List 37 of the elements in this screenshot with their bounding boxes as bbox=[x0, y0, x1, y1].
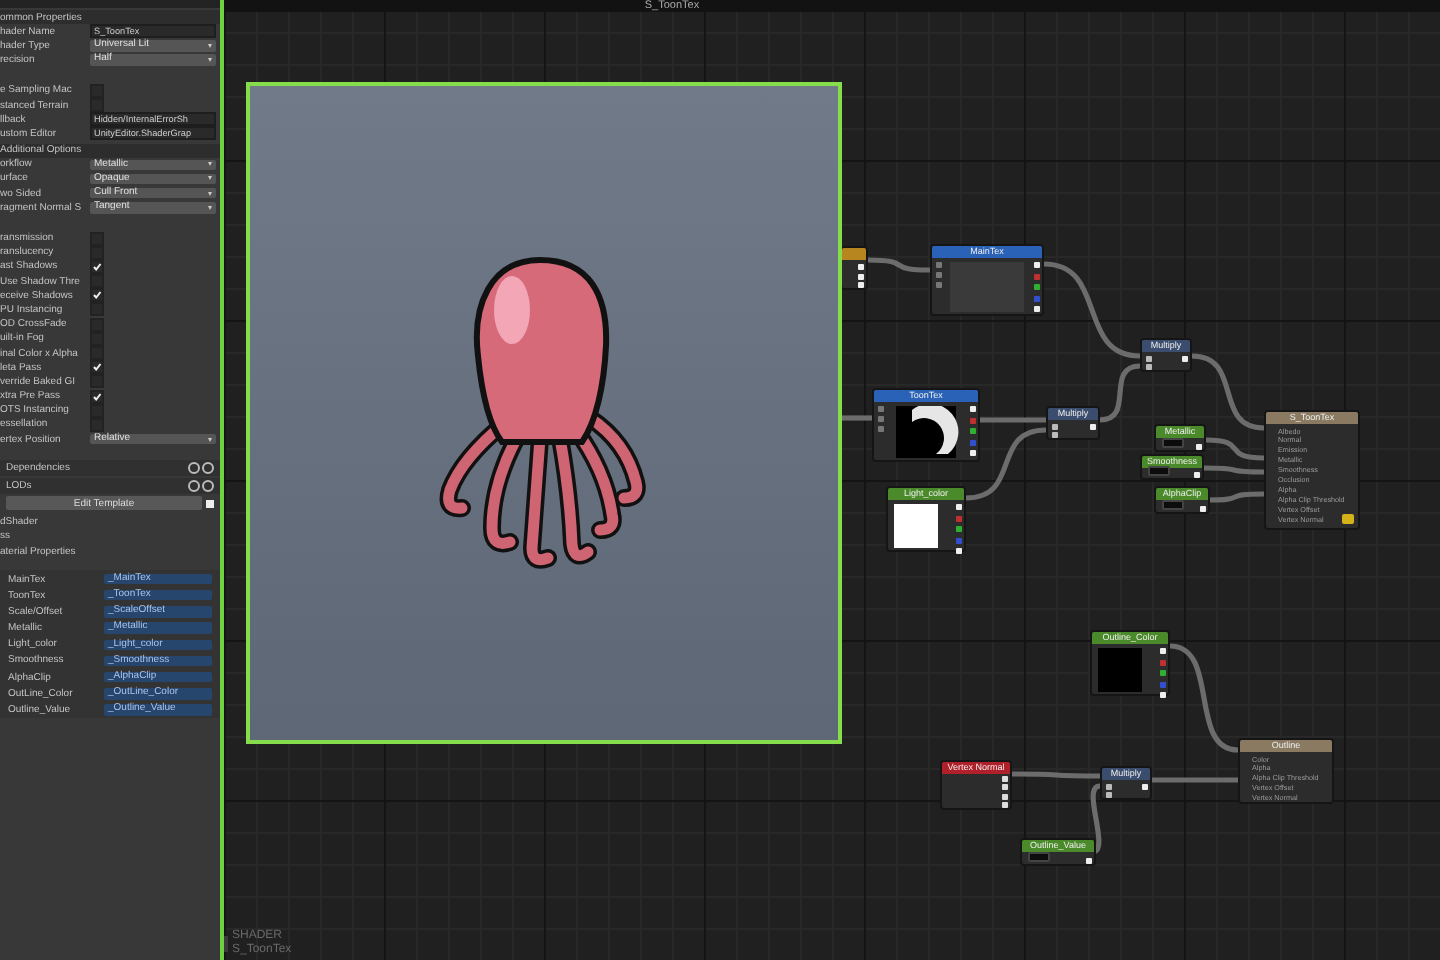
color-swatch bbox=[1098, 648, 1142, 692]
wire bbox=[1090, 783, 1102, 855]
wire bbox=[1012, 771, 1100, 779]
wire bbox=[1152, 777, 1238, 783]
value-field[interactable] bbox=[1162, 499, 1184, 509]
wire bbox=[1099, 363, 1141, 423]
wire bbox=[840, 415, 872, 421]
checkbox[interactable] bbox=[90, 389, 104, 404]
checkbox[interactable] bbox=[90, 98, 104, 113]
value-field[interactable] bbox=[1162, 437, 1184, 447]
wire bbox=[1205, 437, 1265, 461]
circle-icon[interactable] bbox=[202, 480, 214, 493]
value-field[interactable] bbox=[1028, 851, 1050, 861]
badge-icon bbox=[1342, 514, 1354, 524]
checkbox[interactable] bbox=[90, 274, 104, 289]
wire bbox=[1191, 353, 1265, 431]
checkbox[interactable] bbox=[90, 374, 104, 389]
wire bbox=[1169, 643, 1239, 753]
checkbox[interactable] bbox=[90, 346, 104, 361]
wire bbox=[1043, 261, 1141, 359]
wire bbox=[980, 417, 1046, 423]
ramp-texture-preview bbox=[892, 406, 960, 458]
wire bbox=[965, 427, 1047, 501]
wire bbox=[867, 257, 931, 273]
checkbox[interactable] bbox=[90, 302, 104, 317]
checkbox[interactable] bbox=[90, 360, 104, 375]
circle-icon[interactable] bbox=[188, 480, 200, 493]
color-swatch bbox=[894, 504, 938, 548]
circle-icon[interactable] bbox=[202, 462, 214, 475]
toggle-icon[interactable] bbox=[206, 499, 214, 508]
checkbox[interactable] bbox=[90, 288, 104, 303]
circle-icon[interactable] bbox=[188, 462, 200, 475]
wire bbox=[1204, 465, 1264, 475]
texture-preview bbox=[950, 262, 1024, 312]
value-field[interactable] bbox=[1148, 465, 1170, 475]
wire bbox=[1205, 491, 1265, 503]
shader-node[interactable] bbox=[840, 246, 868, 290]
